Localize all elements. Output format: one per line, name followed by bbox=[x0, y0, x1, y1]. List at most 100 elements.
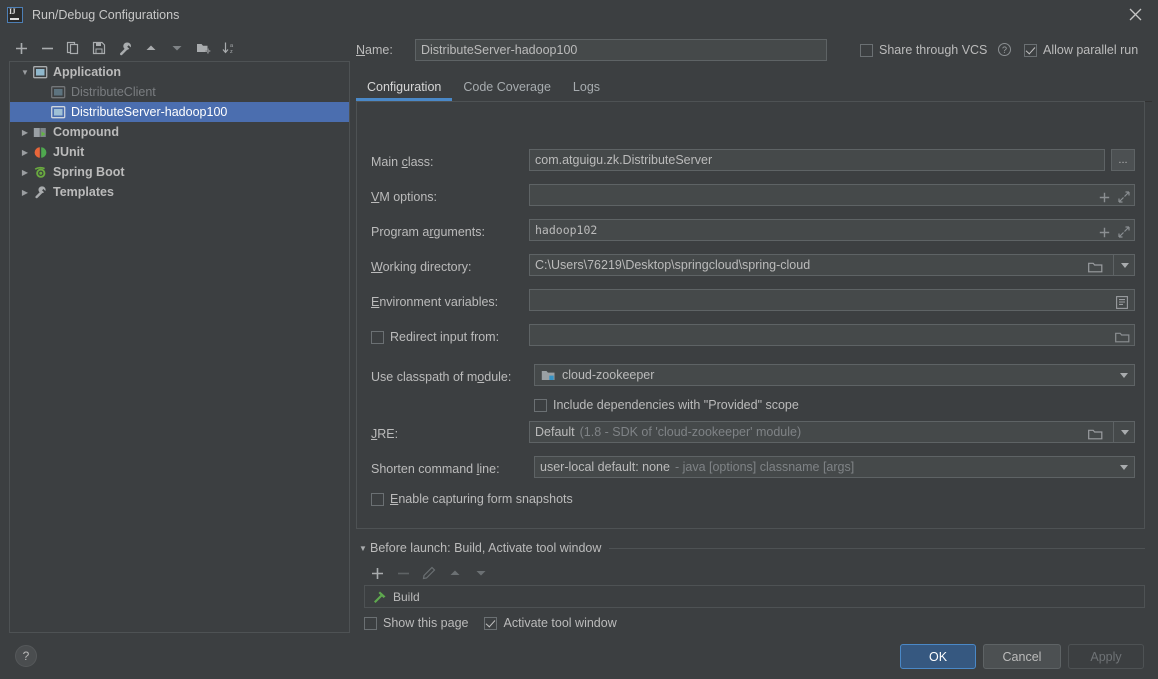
tree-node-label: Compound bbox=[53, 125, 119, 139]
tree-node-distributeserver-hadoop100[interactable]: DistributeServer-hadoop100 bbox=[10, 102, 349, 122]
vm-options-label: VM options: bbox=[371, 190, 438, 204]
form-snapshots-checkbox[interactable]: Enable capturing form snapshots bbox=[371, 492, 573, 506]
tab-code-coverage[interactable]: Code Coverage bbox=[452, 80, 562, 101]
allow-parallel-run-checkbox[interactable]: Allow parallel run bbox=[1024, 43, 1138, 57]
sort-alpha-icon[interactable]: a z bbox=[216, 36, 242, 60]
vm-options-input[interactable] bbox=[529, 184, 1135, 206]
tree-node-label: DistributeClient bbox=[71, 85, 156, 99]
title-bar: Run/Debug Configurations bbox=[0, 0, 1158, 29]
wrench-icon[interactable] bbox=[112, 36, 138, 60]
allow-parallel-label: Allow parallel run bbox=[1043, 43, 1139, 57]
working-directory-dropdown-button[interactable] bbox=[1113, 254, 1136, 276]
main-class-browse-button[interactable]: ... bbox=[1111, 149, 1135, 171]
configurations-toolbar: a z bbox=[8, 35, 348, 61]
question-circle-icon[interactable]: ? bbox=[998, 43, 1011, 56]
classpath-module-value: cloud-zookeeper bbox=[562, 368, 655, 382]
save-icon[interactable] bbox=[86, 36, 112, 60]
plus-icon[interactable] bbox=[364, 563, 390, 583]
ok-button[interactable]: OK bbox=[900, 644, 976, 669]
plus-icon[interactable] bbox=[8, 36, 34, 60]
activate-tool-window-checkbox-box[interactable] bbox=[484, 616, 498, 630]
redirect-input-browse-icon[interactable] bbox=[1114, 330, 1130, 344]
show-this-page-checkbox[interactable]: Show this page bbox=[364, 616, 468, 630]
wrench-icon bbox=[32, 184, 48, 200]
close-icon[interactable] bbox=[1113, 0, 1158, 29]
share-vcs-label: Share through VCS bbox=[879, 43, 988, 57]
arrow-up-icon[interactable] bbox=[138, 36, 164, 60]
shorten-command-line-combo[interactable]: user-local default: none - java [options… bbox=[534, 456, 1135, 478]
shorten-command-line-hint: - java [options] classname [args] bbox=[674, 460, 855, 474]
module-icon bbox=[540, 367, 556, 383]
environment-variables-input[interactable] bbox=[529, 289, 1135, 311]
name-input[interactable]: DistributeServer-hadoop100 bbox=[415, 39, 827, 61]
build-hammer-icon bbox=[371, 589, 387, 605]
include-provided-label: Include dependencies with "Provided" sco… bbox=[553, 398, 799, 412]
activate-tool-window-checkbox[interactable]: Activate tool window bbox=[484, 616, 617, 630]
chevron-down-icon[interactable]: ▼ bbox=[18, 65, 32, 79]
copy-icon[interactable] bbox=[60, 36, 86, 60]
program-arguments-expand-icon[interactable] bbox=[1117, 225, 1131, 239]
working-directory-browse-icon[interactable] bbox=[1087, 260, 1103, 274]
share-through-vcs-checkbox[interactable]: Share through VCS bbox=[860, 43, 987, 57]
environment-variables-label: Environment variables: bbox=[371, 295, 499, 309]
name-label: Name: bbox=[356, 43, 393, 57]
tree-node-spring-boot[interactable]: ▶ Spring Boot bbox=[10, 162, 349, 182]
allow-parallel-checkbox-box[interactable] bbox=[1024, 43, 1037, 57]
chevron-down-icon bbox=[1120, 372, 1128, 378]
folder-add-icon[interactable] bbox=[190, 36, 216, 60]
tree-node-label: Templates bbox=[53, 185, 114, 199]
redirect-input-path-input[interactable] bbox=[529, 324, 1135, 346]
main-class-label: Main class: bbox=[371, 155, 434, 169]
working-directory-input[interactable]: C:\Users\76219\Desktop\springcloud\sprin… bbox=[529, 254, 1135, 276]
tree-node-distributeclient[interactable]: DistributeClient bbox=[10, 82, 349, 102]
tab-configuration[interactable]: Configuration bbox=[356, 80, 452, 101]
program-arguments-label: Program arguments: bbox=[371, 225, 485, 239]
jre-combo[interactable]: Default (1.8 - SDK of 'cloud-zookeeper' … bbox=[529, 421, 1135, 443]
classpath-module-combo[interactable]: cloud-zookeeper bbox=[534, 364, 1135, 386]
redirect-input-checkbox[interactable]: Redirect input from: bbox=[371, 330, 499, 344]
vm-options-expand-icon[interactable] bbox=[1117, 190, 1131, 204]
help-button[interactable]: ? bbox=[15, 645, 37, 667]
configuration-form: Main class: com.atguigu.zk.DistributeSer… bbox=[356, 101, 1145, 529]
compound-icon bbox=[32, 124, 48, 140]
chevron-right-icon[interactable]: ▶ bbox=[18, 125, 32, 139]
vm-options-macro-icon[interactable] bbox=[1097, 190, 1111, 204]
tree-node-label: DistributeServer-hadoop100 bbox=[71, 105, 228, 119]
before-launch-task-list[interactable]: Build bbox=[364, 585, 1145, 608]
tree-node-application[interactable]: ▼ Application bbox=[10, 62, 349, 82]
chevron-down-icon[interactable]: ▼ bbox=[356, 541, 370, 555]
cancel-button[interactable]: Cancel bbox=[983, 644, 1061, 669]
tree-node-junit[interactable]: ▶ JUnit bbox=[10, 142, 349, 162]
tree-node-compound[interactable]: ▶ Compound bbox=[10, 122, 349, 142]
configurations-tree[interactable]: ▼ Application DistributeClient Distribut… bbox=[9, 61, 350, 633]
application-icon bbox=[50, 84, 66, 100]
minus-icon[interactable] bbox=[34, 36, 60, 60]
jre-dropdown-button[interactable] bbox=[1113, 421, 1136, 443]
show-this-page-checkbox-box[interactable] bbox=[364, 616, 377, 630]
jre-browse-icon[interactable] bbox=[1087, 427, 1103, 441]
name-row: Name: DistributeServer-hadoop100 Share t… bbox=[356, 39, 1152, 61]
chevron-down-icon bbox=[1121, 262, 1129, 268]
shorten-command-line-dropdown-arrow[interactable] bbox=[1113, 456, 1135, 478]
tab-logs[interactable]: Logs bbox=[562, 80, 611, 101]
program-arguments-macro-icon[interactable] bbox=[1097, 225, 1111, 239]
svg-text:z: z bbox=[230, 49, 233, 55]
share-vcs-checkbox-box[interactable] bbox=[860, 43, 873, 57]
form-snapshots-label: Enable capturing form snapshots bbox=[390, 492, 573, 506]
redirect-input-checkbox-box[interactable] bbox=[371, 330, 384, 344]
main-class-input[interactable]: com.atguigu.zk.DistributeServer bbox=[529, 149, 1105, 171]
include-provided-checkbox-box[interactable] bbox=[534, 398, 547, 412]
apply-button[interactable]: Apply bbox=[1068, 644, 1144, 669]
chevron-right-icon[interactable]: ▶ bbox=[18, 165, 32, 179]
arrow-down-icon bbox=[468, 563, 494, 583]
chevron-right-icon[interactable]: ▶ bbox=[18, 145, 32, 159]
tree-node-templates[interactable]: ▶ Templates bbox=[10, 182, 349, 202]
classpath-module-dropdown-arrow[interactable] bbox=[1113, 364, 1135, 386]
program-arguments-input[interactable]: hadoop102 bbox=[529, 219, 1135, 241]
include-provided-checkbox[interactable]: Include dependencies with "Provided" sco… bbox=[534, 398, 799, 412]
arrow-down-icon[interactable] bbox=[164, 36, 190, 60]
redirect-input-label: Redirect input from: bbox=[390, 330, 500, 344]
form-snapshots-checkbox-box[interactable] bbox=[371, 492, 384, 506]
environment-variables-edit-icon[interactable] bbox=[1115, 295, 1129, 309]
chevron-right-icon[interactable]: ▶ bbox=[18, 185, 32, 199]
